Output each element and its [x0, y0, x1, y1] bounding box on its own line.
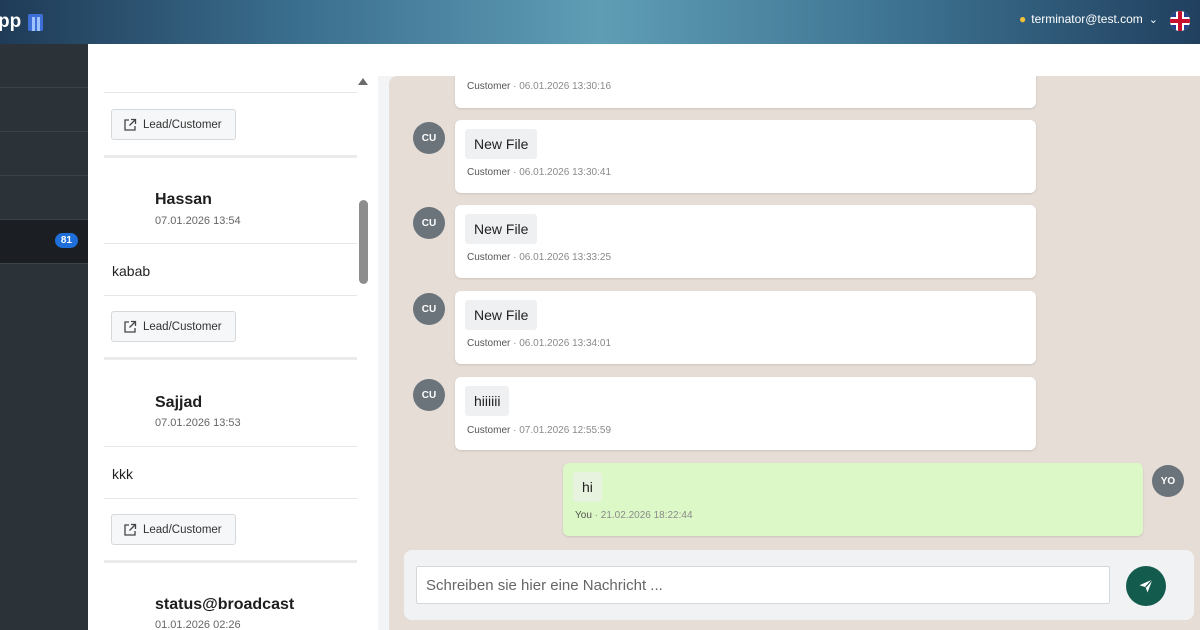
lead-customer-button[interactable]: Lead/Customer [111, 311, 236, 342]
divider [104, 357, 357, 360]
message-bubble-outgoing: hi You · 21.02.2026 18:22:44 [563, 463, 1143, 536]
message-bubble: New File Customer · 06.01.2026 13:30:41 [455, 120, 1036, 193]
message-sender: You [575, 510, 592, 521]
message-meta: Customer · 07.01.2026 12:55:59 [467, 425, 612, 436]
message-meta: You · 21.02.2026 18:22:44 [575, 510, 693, 521]
chat-item-hassan[interactable]: Hassan 07.01.2026 13:54 [104, 172, 357, 244]
external-link-icon [124, 320, 137, 333]
message-text: hi [573, 472, 602, 502]
message-bubble: hiiiiii Customer · 07.01.2026 12:55:59 [455, 377, 1036, 450]
contact-time: 01.01.2026 02:26 [155, 619, 241, 630]
send-icon [1139, 579, 1153, 593]
message-input[interactable] [416, 566, 1110, 604]
app-logo-icon [28, 13, 44, 31]
message-text: New File [465, 129, 538, 159]
chat-list: Lead/Customer Hassan 07.01.2026 13:54 ka… [88, 44, 378, 630]
user-menu[interactable]: ● terminator@test.com ⌄ [1019, 12, 1158, 26]
message-text: New File [465, 214, 538, 244]
nav-item-3[interactable] [0, 132, 88, 176]
external-link-icon [124, 523, 137, 536]
message-sender: Customer [467, 81, 511, 92]
avatar: CU [413, 379, 445, 411]
last-message: kabab [112, 263, 151, 279]
contact-name: Sajjad [155, 394, 203, 411]
message-bubble: Customer · 06.01.2026 13:30:16 [455, 76, 1036, 108]
app-title: pp [0, 11, 22, 32]
avatar: CU [413, 293, 445, 325]
message-meta: Customer · 06.01.2026 13:33:25 [467, 252, 612, 263]
message-meta: Customer · 06.01.2026 13:30:16 [467, 81, 612, 92]
message-time: 06.01.2026 13:30:41 [519, 167, 612, 178]
message-time: 06.01.2026 13:33:25 [519, 252, 612, 263]
message-bubble: New File Customer · 06.01.2026 13:33:25 [455, 205, 1036, 278]
message-time: 06.01.2026 13:34:01 [519, 338, 612, 349]
divider [104, 498, 357, 499]
unread-badge: 81 [54, 233, 78, 248]
avatar: CU [413, 207, 445, 239]
lead-customer-button[interactable]: Lead/Customer [111, 514, 236, 545]
scroll-up-arrow[interactable] [358, 78, 368, 85]
contact-time: 07.01.2026 13:54 [155, 215, 241, 227]
last-message: kkk [112, 466, 133, 482]
message-composer [404, 550, 1194, 620]
lead-customer-label: Lead/Customer [143, 320, 222, 333]
message-meta: Customer · 06.01.2026 13:30:41 [467, 167, 612, 178]
message-time: 07.01.2026 12:55:59 [519, 425, 612, 436]
avatar: YO [1152, 465, 1184, 497]
divider [104, 295, 357, 296]
side-nav: 81 [0, 44, 88, 630]
conversation-pane: Customer · 06.01.2026 13:30:16 CU New Fi… [389, 76, 1200, 630]
contact-time: 07.01.2026 13:53 [155, 417, 241, 429]
divider [104, 560, 357, 563]
chevron-down-icon: ⌄ [1148, 13, 1158, 26]
nav-item-1[interactable] [0, 44, 88, 88]
language-flag-icon[interactable] [1170, 11, 1190, 31]
message-meta: Customer · 06.01.2026 13:34:01 [467, 338, 612, 349]
message-time: 06.01.2026 13:30:16 [519, 81, 612, 92]
message-time: 21.02.2026 18:22:44 [600, 510, 693, 521]
nav-item-2[interactable] [0, 88, 88, 132]
message-sender: Customer [467, 167, 511, 178]
contact-name: Hassan [155, 191, 212, 208]
lead-customer-label: Lead/Customer [143, 118, 222, 131]
message-sender: Customer [467, 252, 511, 263]
top-bar: pp ● terminator@test.com ⌄ [0, 0, 1200, 44]
message-bubble: New File Customer · 06.01.2026 13:34:01 [455, 291, 1036, 364]
message-text: New File [465, 300, 538, 330]
chat-item-sajjad[interactable]: Sajjad 07.01.2026 13:53 [104, 375, 357, 447]
chat-item-status-broadcast[interactable]: status@broadcast 01.01.2026 02:26 [104, 578, 357, 630]
message-text: hiiiiii [465, 386, 510, 416]
divider [104, 155, 357, 158]
lead-customer-label: Lead/Customer [143, 523, 222, 536]
lead-customer-button[interactable]: Lead/Customer [111, 109, 236, 140]
nav-item-chats[interactable]: 81 [0, 220, 88, 264]
message-sender: Customer [467, 338, 511, 349]
message-sender: Customer [467, 425, 511, 436]
nav-item-4[interactable] [0, 176, 88, 220]
send-button[interactable] [1126, 566, 1166, 606]
user-email: terminator@test.com [1031, 12, 1143, 26]
contact-name: status@broadcast [155, 596, 295, 613]
external-link-icon [124, 118, 137, 131]
divider [104, 92, 357, 93]
user-icon: ● [1018, 12, 1027, 26]
scrollbar-thumb[interactable] [359, 200, 368, 284]
avatar: CU [413, 122, 445, 154]
